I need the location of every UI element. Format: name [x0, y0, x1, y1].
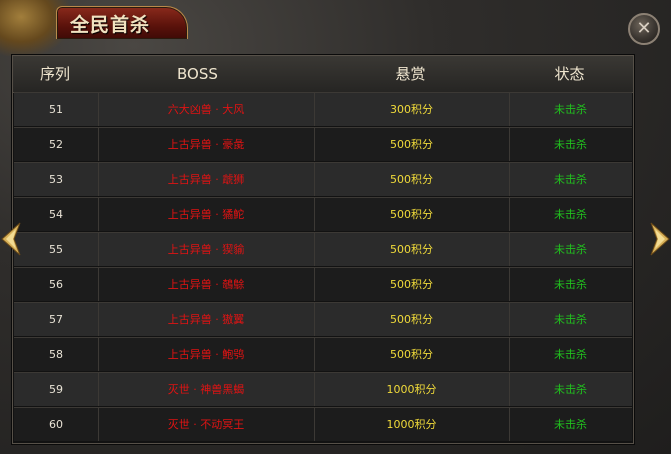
- row-status: 未击杀: [554, 138, 587, 151]
- row-boss: 灭世 · 神兽黑蝎: [98, 373, 315, 406]
- table-row[interactable]: 55 上古异兽 · 猰貐 500积分 未击杀: [14, 232, 632, 266]
- close-icon: ✕: [636, 18, 652, 39]
- table-row[interactable]: 60 灭世 · 不动冥王 1000积分 未击杀: [14, 407, 632, 441]
- row-boss: 上古异兽 · 獝鮀: [98, 198, 315, 231]
- table-row[interactable]: 57 上古异兽 · 獓翼 500积分 未击杀: [14, 302, 632, 336]
- table-row[interactable]: 54 上古异兽 · 獝鮀 500积分 未击杀: [14, 197, 632, 231]
- row-boss: 上古异兽 · 獓翼: [98, 303, 315, 336]
- row-status: 未击杀: [554, 243, 587, 256]
- row-status: 未击杀: [554, 348, 587, 361]
- row-boss: 上古异兽 · 鵸鵌: [98, 268, 315, 301]
- header-status: 状态: [554, 65, 585, 83]
- header-boss: BOSS: [177, 65, 218, 83]
- table-row[interactable]: 58 上古异兽 · 鮑鸮 500积分 未击杀: [14, 337, 632, 371]
- row-boss: 上古异兽 · 猰貐: [98, 233, 315, 266]
- arrow-left-icon: [1, 222, 21, 256]
- prev-page-button[interactable]: [0, 217, 22, 261]
- row-status: 未击杀: [554, 383, 587, 396]
- row-reward: 1000积分: [314, 373, 510, 406]
- table-row[interactable]: 52 上古异兽 · 豪彘 500积分 未击杀: [14, 127, 632, 161]
- row-reward: 500积分: [314, 338, 510, 371]
- row-reward: 500积分: [314, 303, 510, 336]
- row-boss: 上古异兽 · 豪彘: [98, 128, 315, 161]
- header-reward: 悬赏: [395, 65, 426, 83]
- close-button[interactable]: ✕: [628, 13, 660, 45]
- window-frame: 全民首杀 ✕ 序列 BOSS 悬赏 状态 51 六大凶兽 · 大风 300积分 …: [0, 0, 671, 454]
- row-status: 未击杀: [554, 103, 587, 116]
- row-reward: 1000积分: [314, 408, 510, 441]
- row-index: 51: [14, 93, 99, 126]
- row-status: 未击杀: [554, 313, 587, 326]
- row-status: 未击杀: [554, 208, 587, 221]
- row-index: 59: [14, 373, 99, 406]
- row-reward: 500积分: [314, 128, 510, 161]
- window-title: 全民首杀: [70, 14, 151, 36]
- row-boss: 灭世 · 不动冥王: [98, 408, 315, 441]
- table-row[interactable]: 59 灭世 · 神兽黑蝎 1000积分 未击杀: [14, 372, 632, 406]
- next-page-button[interactable]: [649, 217, 671, 261]
- row-reward: 500积分: [314, 233, 510, 266]
- row-index: 54: [14, 198, 99, 231]
- row-index: 57: [14, 303, 99, 336]
- row-reward: 300积分: [314, 93, 510, 126]
- row-boss: 上古异兽 · 鮑鸮: [98, 338, 315, 371]
- arrow-right-icon: [650, 222, 670, 256]
- table-row[interactable]: 53 上古异兽 · 虣狮 500积分 未击杀: [14, 162, 632, 196]
- row-index: 55: [14, 233, 99, 266]
- row-boss: 六大凶兽 · 大风: [98, 93, 315, 126]
- row-boss: 上古异兽 · 虣狮: [98, 163, 315, 196]
- row-index: 53: [14, 163, 99, 196]
- row-index: 58: [14, 338, 99, 371]
- row-status: 未击杀: [554, 173, 587, 186]
- ranking-table: 序列 BOSS 悬赏 状态 51 六大凶兽 · 大风 300积分 未击杀 52 …: [12, 55, 634, 444]
- row-status: 未击杀: [554, 418, 587, 431]
- row-index: 52: [14, 128, 99, 161]
- row-status: 未击杀: [554, 278, 587, 291]
- row-reward: 500积分: [314, 198, 510, 231]
- row-index: 60: [14, 408, 99, 441]
- table-row[interactable]: 56 上古异兽 · 鵸鵌 500积分 未击杀: [14, 267, 632, 301]
- table-row[interactable]: 51 六大凶兽 · 大风 300积分 未击杀: [14, 92, 632, 126]
- row-reward: 500积分: [314, 268, 510, 301]
- row-index: 56: [14, 268, 99, 301]
- header-index: 序列: [39, 65, 70, 83]
- row-reward: 500积分: [314, 163, 510, 196]
- table-header: 序列 BOSS 悬赏 状态: [13, 56, 633, 93]
